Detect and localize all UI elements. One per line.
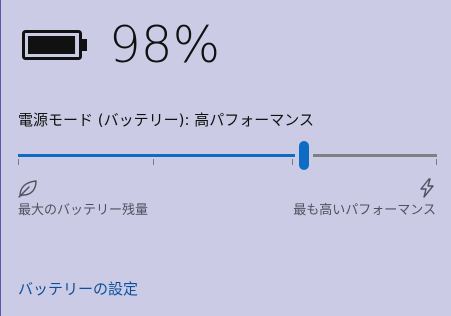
slider-thumb[interactable] — [299, 141, 309, 170]
battery-settings-link[interactable]: バッテリーの設定 — [18, 279, 138, 299]
lightning-bolt-icon — [420, 178, 434, 198]
power-mode-slider[interactable] — [18, 140, 437, 172]
slider-track-active[interactable] — [18, 154, 295, 157]
battery-percentage: 98% — [109, 16, 221, 74]
slider-track-inactive[interactable] — [313, 154, 437, 157]
slider-tick — [18, 159, 19, 165]
max-performance-label: 最も高いパフォーマンス — [293, 203, 436, 218]
power-mode-label: 電源モード (バッテリー): 高パフォーマンス — [18, 111, 314, 129]
battery-status — [22, 18, 88, 72]
leaf-icon — [18, 180, 37, 198]
battery-flyout: 98% 電源モード (バッテリー): 高パフォーマンス 最大のバッテリー残量 最… — [1, 0, 451, 316]
slider-tick — [153, 159, 154, 165]
battery-full-icon — [22, 30, 87, 60]
max-battery-label: 最大のバッテリー残量 — [18, 203, 149, 218]
slider-tick — [292, 159, 293, 165]
slider-tick — [436, 159, 437, 165]
